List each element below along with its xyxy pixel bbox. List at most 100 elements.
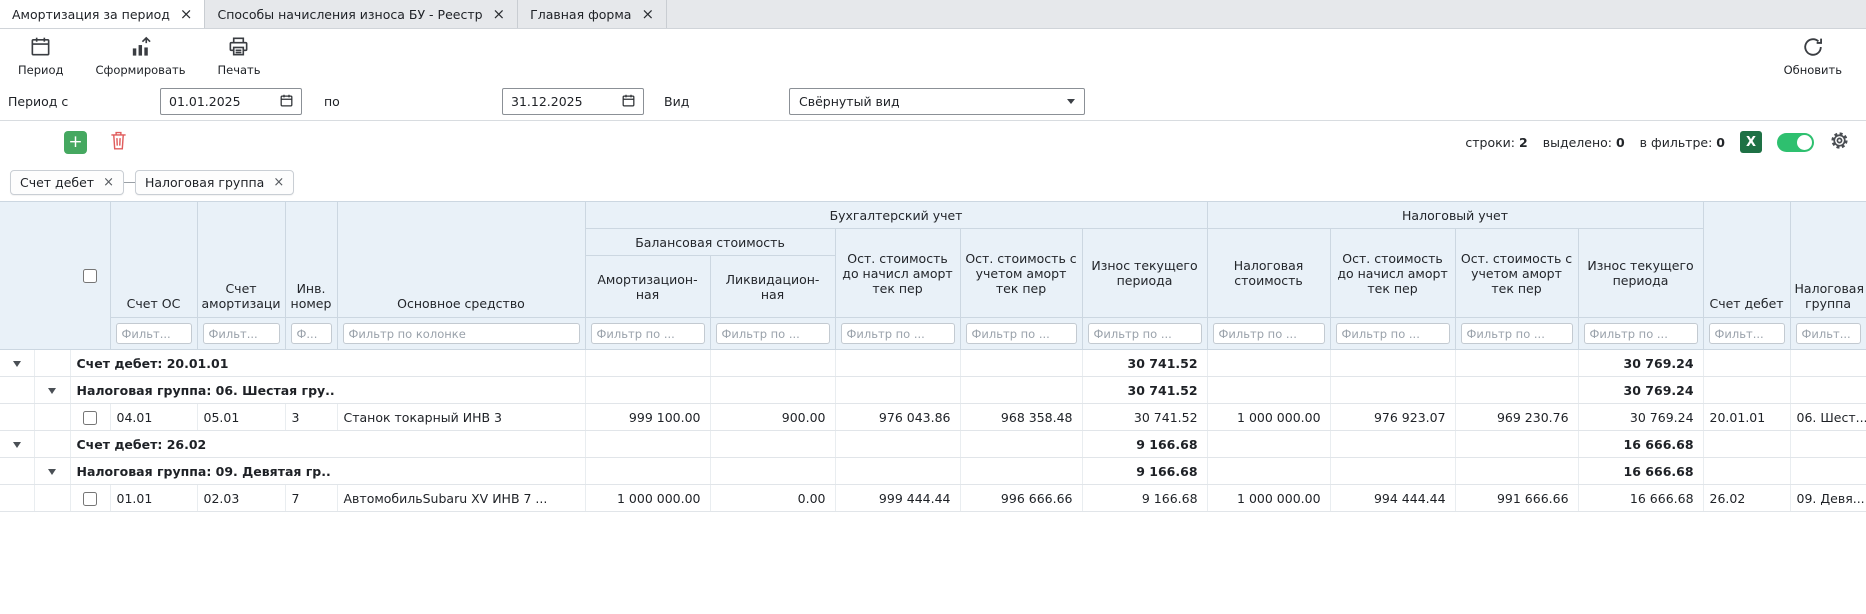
chip-connector [124, 182, 135, 183]
col-header-ost-s-bu[interactable]: Ост. стоимость с учетом аморт тек пер [960, 229, 1082, 318]
period-button[interactable]: Период [8, 35, 73, 77]
refresh-button[interactable]: Обновить [1774, 36, 1852, 77]
col-header-ost-do-bu[interactable]: Ост. стоимость до начисл аморт тек пер [835, 229, 960, 318]
filter-input-ost-s-nu[interactable] [1461, 323, 1573, 344]
expander-cell[interactable] [0, 431, 34, 458]
col-header-schet-os[interactable]: Счет ОС [110, 202, 197, 318]
col-header-osnovnoe-sredstvo[interactable]: Основное средство [337, 202, 585, 318]
band-header-tax: Налоговый учет [1207, 202, 1703, 229]
expander-cell[interactable] [0, 350, 34, 377]
row-checkbox[interactable] [83, 411, 97, 425]
collapse-arrow-icon[interactable] [48, 388, 56, 394]
tab-close-icon[interactable]: × [180, 7, 193, 22]
filter-input-osnovnoe-sredstvo[interactable] [343, 323, 580, 344]
data-row[interactable]: 04.0105.013Станок токарный ИНВ 3999 100.… [0, 404, 1866, 431]
empty-cell [710, 458, 835, 485]
col-header-nalog-gruppa[interactable]: Налоговая группа [1790, 202, 1866, 318]
col-header-amortizatsionnaya[interactable]: Амортизацион-ная [585, 256, 710, 318]
data-row[interactable]: 01.0102.037АвтомобильSubaru XV ИНВ 7 ...… [0, 485, 1866, 512]
group-row[interactable]: Налоговая группа: 06. Шестая гру..30 741… [0, 377, 1866, 404]
group-row[interactable]: Счет дебет: 26.029 166.6816 666.68 [0, 431, 1866, 458]
filter-input-likvidatsionnaya[interactable] [716, 323, 830, 344]
col-header-iznos-nu[interactable]: Износ текущего периода [1578, 229, 1703, 318]
filter-cell [585, 318, 710, 350]
view-select[interactable]: Свёрнутый вид [789, 88, 1085, 115]
col-header-ost-s-nu[interactable]: Ост. стоимость с учетом аморт тек пер [1455, 229, 1578, 318]
period-from-input[interactable]: 01.01.2025 [160, 88, 302, 115]
filter-cell [1455, 318, 1578, 350]
period-to-input[interactable]: 31.12.2025 [502, 88, 644, 115]
group-chip-nalog-gruppa[interactable]: Налоговая группа × [135, 170, 294, 195]
collapse-arrow-icon[interactable] [13, 361, 21, 367]
cell-ost-do-bu: 976 043.86 [835, 404, 960, 431]
expander-cell[interactable] [34, 377, 70, 404]
collapse-arrow-icon[interactable] [13, 442, 21, 448]
expander-cell[interactable] [34, 458, 70, 485]
empty-cell [835, 350, 960, 377]
tab-main-form[interactable]: Главная форма × [518, 0, 667, 28]
row-checkbox-cell[interactable] [70, 485, 110, 512]
cell-amortizatsionnaya: 999 100.00 [585, 404, 710, 431]
cell-likvidatsionnaya: 0.00 [710, 485, 835, 512]
print-button[interactable]: Печать [207, 35, 270, 77]
filter-input-schet-amort[interactable] [203, 323, 280, 344]
filter-input-iznos-bu[interactable] [1088, 323, 1202, 344]
group-total-iznos-nu: 16 666.68 [1578, 431, 1703, 458]
tab-depreciation-methods-register[interactable]: Способы начисления износа БУ - Реестр × [205, 0, 518, 28]
filter-input-schet-os[interactable] [116, 323, 192, 344]
col-header-ost-do-nu[interactable]: Ост. стоимость до начисл аморт тек пер [1330, 229, 1455, 318]
filter-input-nalog-gruppa[interactable] [1796, 323, 1861, 344]
filter-input-amortizatsionnaya[interactable] [591, 323, 705, 344]
tab-label: Главная форма [530, 7, 631, 22]
filter-input-ost-do-bu[interactable] [841, 323, 955, 344]
col-header-schet-debet[interactable]: Счет дебет [1703, 202, 1790, 318]
delete-row-button[interactable] [109, 130, 128, 154]
cell-schet-debet: 26.02 [1703, 485, 1790, 512]
filter-cell [1703, 318, 1790, 350]
grouping-toggle[interactable] [1777, 133, 1814, 152]
filter-input-ost-s-bu[interactable] [966, 323, 1077, 344]
tab-amortization-period[interactable]: Амортизация за период × [0, 0, 205, 28]
empty-cell [1455, 431, 1578, 458]
period-to-label: по [324, 94, 502, 109]
generate-button[interactable]: Сформировать [85, 35, 195, 77]
calendar-icon[interactable] [621, 93, 636, 111]
select-all-checkbox[interactable] [83, 269, 97, 283]
collapse-arrow-icon[interactable] [48, 469, 56, 475]
row-checkbox-cell[interactable] [70, 404, 110, 431]
rows-count-label: строки: [1465, 135, 1515, 150]
group-chip-schet-debet[interactable]: Счет дебет × [10, 170, 124, 195]
excel-export-icon[interactable]: X [1740, 131, 1762, 153]
col-header-likvidatsionnaya[interactable]: Ликвидацион-ная [710, 256, 835, 318]
cell-inv-nomer: 3 [285, 404, 337, 431]
settings-button[interactable] [1829, 130, 1850, 154]
empty-cell [960, 377, 1082, 404]
row-checkbox[interactable] [83, 492, 97, 506]
empty-cell [710, 431, 835, 458]
rows-count-stat: строки: 2 [1465, 135, 1527, 150]
filter-input-iznos-nu[interactable] [1584, 323, 1698, 344]
calendar-icon[interactable] [279, 93, 294, 111]
col-header-iznos-bu[interactable]: Износ текущего периода [1082, 229, 1207, 318]
group-row[interactable]: Налоговая группа: 09. Девятая гр..9 166.… [0, 458, 1866, 485]
filter-input-schet-debet[interactable] [1709, 323, 1785, 344]
cell-nalogovaya-stoimost: 1 000 000.00 [1207, 404, 1330, 431]
tab-close-icon[interactable]: × [493, 7, 506, 22]
col-header-inv-nomer[interactable]: Инв. номер [285, 202, 337, 318]
group-row[interactable]: Счет дебет: 20.01.0130 741.5230 769.24 [0, 350, 1866, 377]
col-header-nalogovaya-stoimost[interactable]: Налоговая стоимость [1207, 229, 1330, 318]
add-row-button[interactable]: + [64, 131, 87, 154]
filter-input-ost-do-nu[interactable] [1336, 323, 1450, 344]
chip-close-icon[interactable]: × [103, 176, 114, 189]
filter-input-nalogovaya-stoimost[interactable] [1213, 323, 1325, 344]
gear-icon [1829, 130, 1850, 154]
col-header-schet-amort[interactable]: Счет амортизаци [197, 202, 285, 318]
filter-input-inv-nomer[interactable] [291, 323, 332, 344]
main-toolbar: Период Сформировать Печать [0, 29, 1866, 83]
cell-iznos-nu: 16 666.68 [1578, 485, 1703, 512]
chip-close-icon[interactable]: × [273, 176, 284, 189]
expander-cell [34, 485, 70, 512]
tab-close-icon[interactable]: × [641, 7, 654, 22]
empty-cell [960, 431, 1082, 458]
cell-nalog-gruppa: 09. Девя... [1790, 485, 1866, 512]
